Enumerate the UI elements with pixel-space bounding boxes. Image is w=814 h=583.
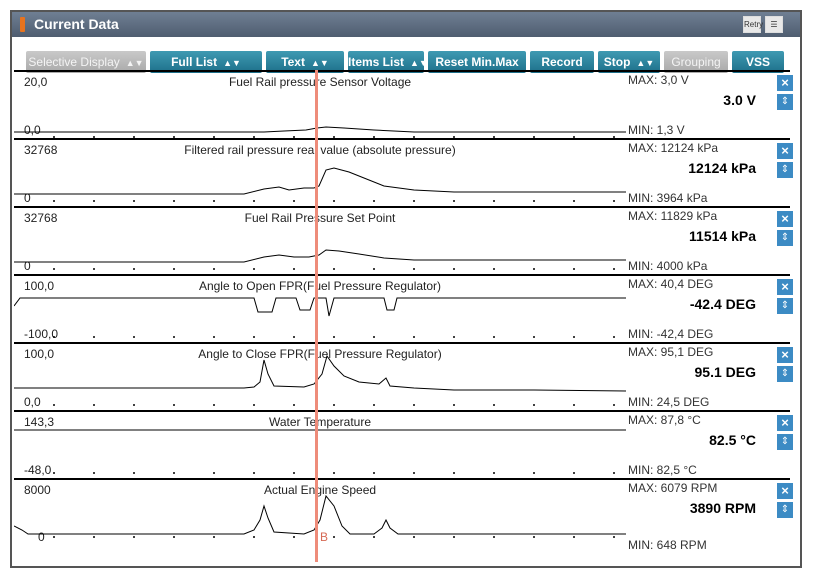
- cursor-label: B: [320, 530, 329, 544]
- retry-button[interactable]: Retry: [743, 16, 764, 33]
- close-icon[interactable]: ×: [777, 75, 793, 91]
- value-fuel-rail-set-point: MAX: 11829 kPa 11514 kPa MIN: 4000 kPa ×…: [626, 206, 793, 274]
- chevron-updown-icon: ▲▼: [636, 58, 655, 68]
- chart-angle-open-fpr: 100,0 Angle to Open FPR(Fuel Pressure Re…: [14, 274, 626, 342]
- value-filtered-rail-pressure: MAX: 12124 kPa 12124 kPa MIN: 3964 kPa ×…: [626, 138, 793, 206]
- window-title: Current Data: [34, 16, 119, 32]
- current-value: 3.0 V: [723, 92, 756, 108]
- min-value: MIN: 3964 kPa: [628, 191, 708, 205]
- chart-plot: [14, 429, 626, 474]
- close-icon[interactable]: ×: [777, 415, 793, 431]
- list-icon: ☰: [770, 20, 778, 29]
- value-fuel-rail-voltage: MAX: 3,0 V 3.0 V MIN: 1,3 V × ⇕: [626, 70, 793, 138]
- chart-fuel-rail-set-point: 32768 Fuel Rail Pressure Set Point 0: [14, 206, 626, 274]
- chart-panel: 20,0 Fuel Rail pressure Sensor Voltage 0…: [14, 70, 626, 560]
- min-value: MIN: 1,3 V: [628, 123, 685, 137]
- min-value: MIN: -42,4 DEG: [628, 327, 714, 341]
- min-value: MIN: 648 RPM: [628, 538, 707, 552]
- chart-plot: [14, 297, 626, 338]
- max-value: MAX: 6079 RPM: [628, 481, 718, 495]
- close-icon[interactable]: ×: [777, 279, 793, 295]
- chart-engine-speed: 8000 Actual Engine Speed 0: [14, 478, 626, 560]
- chevron-updown-icon: ▲▼: [125, 58, 144, 68]
- max-value: MAX: 11829 kPa: [628, 209, 718, 223]
- current-value: -42.4 DEG: [689, 296, 756, 312]
- sort-icon[interactable]: ⇕: [777, 94, 793, 110]
- max-value: MAX: 40,4 DEG: [628, 277, 714, 291]
- sort-icon[interactable]: ⇕: [777, 434, 793, 450]
- retry-icon: Retry: [744, 20, 764, 29]
- close-icon[interactable]: ×: [777, 211, 793, 227]
- current-value: 95.1 DEG: [694, 364, 756, 380]
- chart-plot: [14, 167, 626, 202]
- min-value: MIN: 4000 kPa: [628, 259, 708, 273]
- chevron-updown-icon: ▲▼: [223, 58, 241, 68]
- title-bar: Current Data Retry ☰: [12, 12, 800, 37]
- chart-filtered-rail-pressure: 32768 Filtered rail pressure real value …: [14, 138, 626, 206]
- values-panel: MAX: 3,0 V 3.0 V MIN: 1,3 V × ⇕ MAX: 121…: [626, 70, 796, 560]
- chevron-updown-icon: ▲▼: [410, 58, 428, 68]
- chart-plot: [14, 249, 626, 270]
- value-angle-close-fpr: MAX: 95,1 DEG 95.1 DEG MIN: 24,5 DEG × ⇕: [626, 342, 793, 410]
- max-value: MAX: 12124 kPa: [628, 141, 719, 155]
- time-cursor[interactable]: [315, 70, 318, 562]
- close-icon[interactable]: ×: [777, 143, 793, 159]
- chart-angle-close-fpr: 100,0 Angle to Close FPR(Fuel Pressure R…: [14, 342, 626, 410]
- close-icon[interactable]: ×: [777, 483, 793, 499]
- chart-plot: [14, 126, 626, 138]
- chart-water-temperature: 143,3 Water Temperature -48,0: [14, 410, 626, 478]
- value-engine-speed: MAX: 6079 RPM 3890 RPM MIN: 648 RPM × ⇕: [626, 478, 793, 558]
- sort-icon[interactable]: ⇕: [777, 366, 793, 382]
- chevron-updown-icon: ▲▼: [310, 58, 329, 68]
- max-value: MAX: 87,8 °C: [628, 413, 701, 427]
- value-water-temperature: MAX: 87,8 °C 82.5 °C MIN: 82,5 °C × ⇕: [626, 410, 793, 478]
- sort-icon[interactable]: ⇕: [777, 502, 793, 518]
- value-angle-open-fpr: MAX: 40,4 DEG -42.4 DEG MIN: -42,4 DEG ×…: [626, 274, 793, 342]
- close-icon[interactable]: ×: [777, 347, 793, 363]
- current-value: 11514 kPa: [689, 228, 756, 244]
- menu-button[interactable]: ☰: [765, 16, 783, 33]
- sort-icon[interactable]: ⇕: [777, 298, 793, 314]
- chart-plot: [14, 354, 626, 406]
- app-icon: [20, 17, 25, 32]
- min-value: MIN: 82,5 °C: [628, 463, 697, 477]
- current-value: 12124 kPa: [688, 160, 756, 176]
- max-value: MAX: 95,1 DEG: [628, 345, 714, 359]
- current-value: 3890 RPM: [689, 500, 756, 516]
- current-value: 82.5 °C: [709, 432, 756, 448]
- sort-icon[interactable]: ⇕: [777, 230, 793, 246]
- max-value: MAX: 3,0 V: [628, 73, 689, 87]
- min-value: MIN: 24,5 DEG: [628, 395, 710, 409]
- sort-icon[interactable]: ⇕: [777, 162, 793, 178]
- chart-fuel-rail-voltage: 20,0 Fuel Rail pressure Sensor Voltage 0…: [14, 70, 626, 138]
